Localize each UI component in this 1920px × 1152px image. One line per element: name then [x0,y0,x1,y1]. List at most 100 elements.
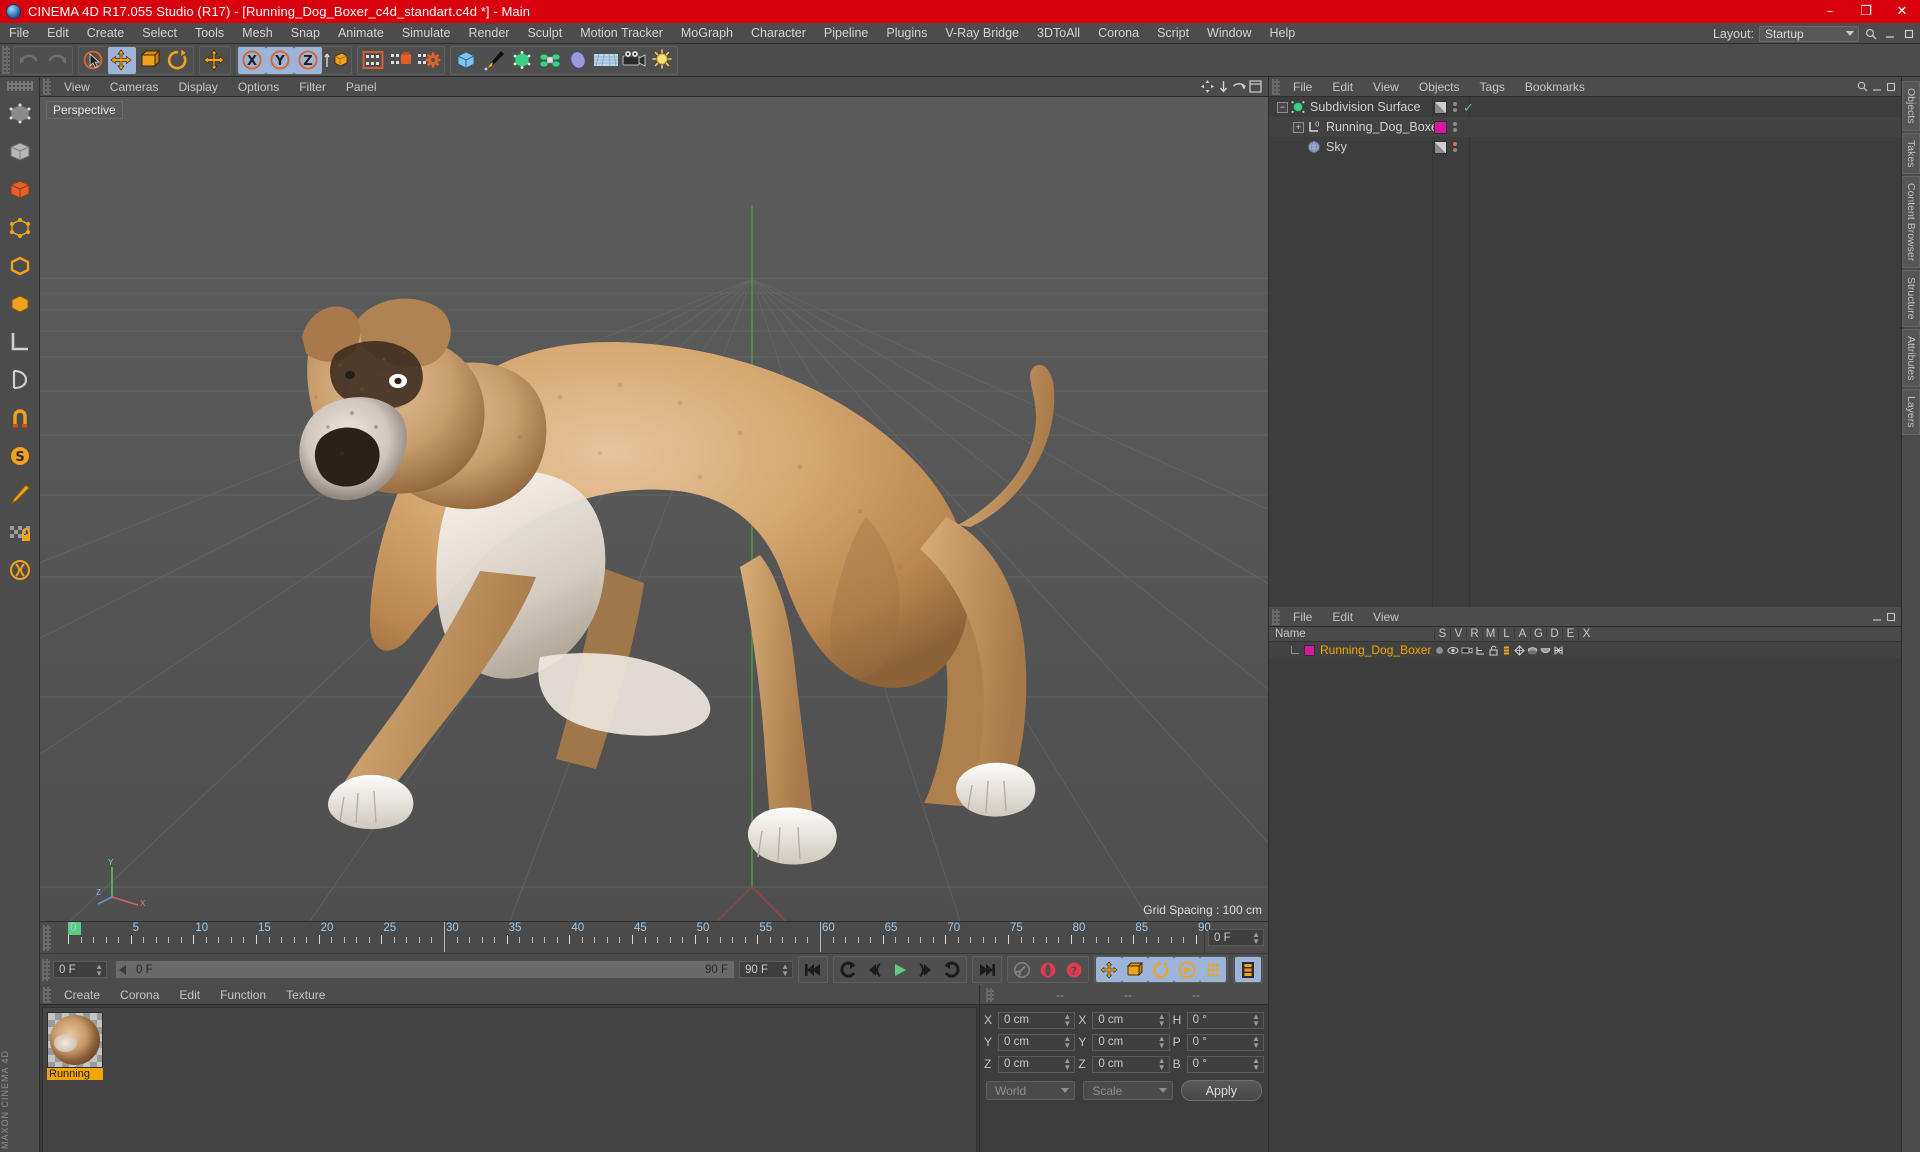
position-y-field[interactable]: 0 cm ▲ ▼ [998,1033,1076,1051]
menu-create[interactable]: Create [78,23,134,44]
object-menu-objects[interactable]: Objects [1409,77,1470,97]
rotation-p-field[interactable]: 0 ° ▲ ▼ [1186,1033,1264,1051]
menu-help[interactable]: Help [1261,23,1305,44]
column-a[interactable]: A [1514,628,1530,640]
column-name[interactable]: Name [1269,628,1434,640]
size-mode-dropdown[interactable]: Scale [1083,1081,1173,1100]
viewport-camera-label[interactable]: Perspective [46,101,123,119]
menu-sculpt[interactable]: Sculpt [518,23,571,44]
spinner-icon[interactable]: ▲ ▼ [1158,1057,1166,1072]
left-toolbar-grip[interactable] [6,81,33,91]
object-row-subdivision-surface[interactable]: − Subdivision Surface ✓ [1269,97,1901,117]
zoom-view-icon[interactable] [1217,80,1230,93]
transport-grip[interactable] [42,958,50,981]
visible-icon[interactable] [1447,645,1459,656]
make-editable-button[interactable] [3,95,37,132]
object-menu-tags[interactable]: Tags [1470,77,1515,97]
menu-window[interactable]: Window [1198,23,1260,44]
lock-x-axis-button[interactable]: X [238,46,266,74]
record-rotation-button[interactable] [1148,957,1174,982]
position-x-field[interactable]: 0 cm ▲ ▼ [998,1011,1076,1029]
spinner-icon[interactable]: ▲ ▼ [1063,1013,1071,1028]
minimize-button[interactable]: – [1812,0,1848,23]
viewport-menu-filter[interactable]: Filter [289,77,336,97]
add-spline-button[interactable] [480,47,508,74]
menu-corona[interactable]: Corona [1089,23,1148,44]
material-menu-create[interactable]: Create [54,985,110,1005]
rotate-view-icon[interactable] [1233,80,1246,93]
viewport-menu-options[interactable]: Options [228,77,289,97]
layer-menu-view[interactable]: View [1363,607,1409,627]
coordinate-system-dropdown[interactable]: World [986,1081,1076,1100]
spinner-icon[interactable]: ▲ ▼ [95,962,103,977]
render-settings-button[interactable] [415,47,443,74]
viewport-canvas[interactable] [40,97,1268,921]
hierarchy-icon[interactable] [1475,645,1486,656]
lock-y-axis-button[interactable]: Y [266,46,294,74]
object-tree[interactable]: − Subdivision Surface ✓ + 0 Running_Dog_… [1269,97,1901,607]
spinner-icon[interactable]: ▲ ▼ [1158,1035,1166,1050]
object-manager-grip[interactable] [1272,78,1280,95]
column-s[interactable]: S [1434,628,1450,640]
checker-swatch-icon[interactable] [1434,100,1447,114]
layer-color-swatch[interactable] [1304,644,1315,656]
viewport-menu-view[interactable]: View [54,77,100,97]
solo-icon[interactable] [1434,645,1445,656]
go-to-end-button[interactable] [974,957,1000,982]
tab-takes[interactable]: Takes [1902,132,1920,175]
step-forward-button[interactable] [913,957,939,982]
menu-snap[interactable]: Snap [282,23,329,44]
object-menu-edit[interactable]: Edit [1322,77,1363,97]
menu-edit[interactable]: Edit [38,23,78,44]
checker-swatch-icon[interactable] [1434,140,1447,154]
column-r[interactable]: R [1466,628,1482,640]
enable-axis-icon[interactable] [3,361,37,398]
play-button[interactable] [887,957,913,982]
viewport-menu-cameras[interactable]: Cameras [100,77,169,97]
material-item[interactable]: Running [47,1012,103,1152]
next-key-button[interactable] [939,957,965,982]
column-m[interactable]: M [1482,628,1498,640]
snap-magnet-icon[interactable] [3,399,37,436]
add-deformer-button[interactable] [536,47,564,74]
column-v[interactable]: V [1450,628,1466,640]
live-selection-tool-button[interactable] [80,47,108,74]
menu-3dtoall[interactable]: 3DToAll [1028,23,1089,44]
lock-workplane-icon[interactable] [3,513,37,550]
deform-icon[interactable] [1514,644,1525,656]
menu-motion-tracker[interactable]: Motion Tracker [571,23,672,44]
position-z-field[interactable]: 0 cm ▲ ▼ [998,1055,1076,1073]
material-preview-swatch[interactable] [47,1012,103,1068]
record-pla-button[interactable] [1200,957,1226,982]
keyframe-selection-button[interactable]: ? [1061,957,1087,982]
model-mode-button[interactable] [3,133,37,170]
search-icon[interactable] [1857,81,1868,92]
quantize-icon[interactable]: S [3,437,37,474]
viewport[interactable]: Perspective Grid Spacing : 100 cm Y X Z [40,97,1268,921]
material-menu-corona[interactable]: Corona [110,985,169,1005]
menu-render[interactable]: Render [459,23,518,44]
workplane-icon[interactable] [3,323,37,360]
spinner-icon[interactable]: ▲ ▼ [1252,1013,1260,1028]
menu-animate[interactable]: Animate [329,23,393,44]
minimize-panel-icon[interactable] [1883,27,1897,41]
restore-panel-icon[interactable] [1886,82,1896,92]
add-camera-button[interactable] [620,47,648,74]
spinner-icon[interactable]: ▲ ▼ [1252,1035,1260,1050]
world-object-axis-button[interactable] [201,47,229,74]
visibility-dots-icon[interactable] [1453,122,1457,132]
spinner-icon[interactable]: ▲ ▼ [1158,1013,1166,1028]
apply-button[interactable]: Apply [1180,1080,1262,1101]
coordinates-grip[interactable] [986,987,994,1002]
end-frame-field[interactable]: 90 F ▲ ▼ [739,961,793,978]
size-y-field[interactable]: 0 cm ▲ ▼ [1092,1033,1170,1051]
column-l[interactable]: L [1498,628,1514,640]
maximize-viewport-icon[interactable] [1249,80,1262,93]
layer-icon[interactable] [1501,645,1512,656]
layer-menu-edit[interactable]: Edit [1322,607,1363,627]
viewport-menu-grip[interactable] [43,78,51,95]
undo-button[interactable] [15,47,43,74]
rotate-tool-button[interactable] [164,47,192,74]
column-x[interactable]: X [1578,628,1594,640]
menu-vray-bridge[interactable]: V-Ray Bridge [936,23,1028,44]
